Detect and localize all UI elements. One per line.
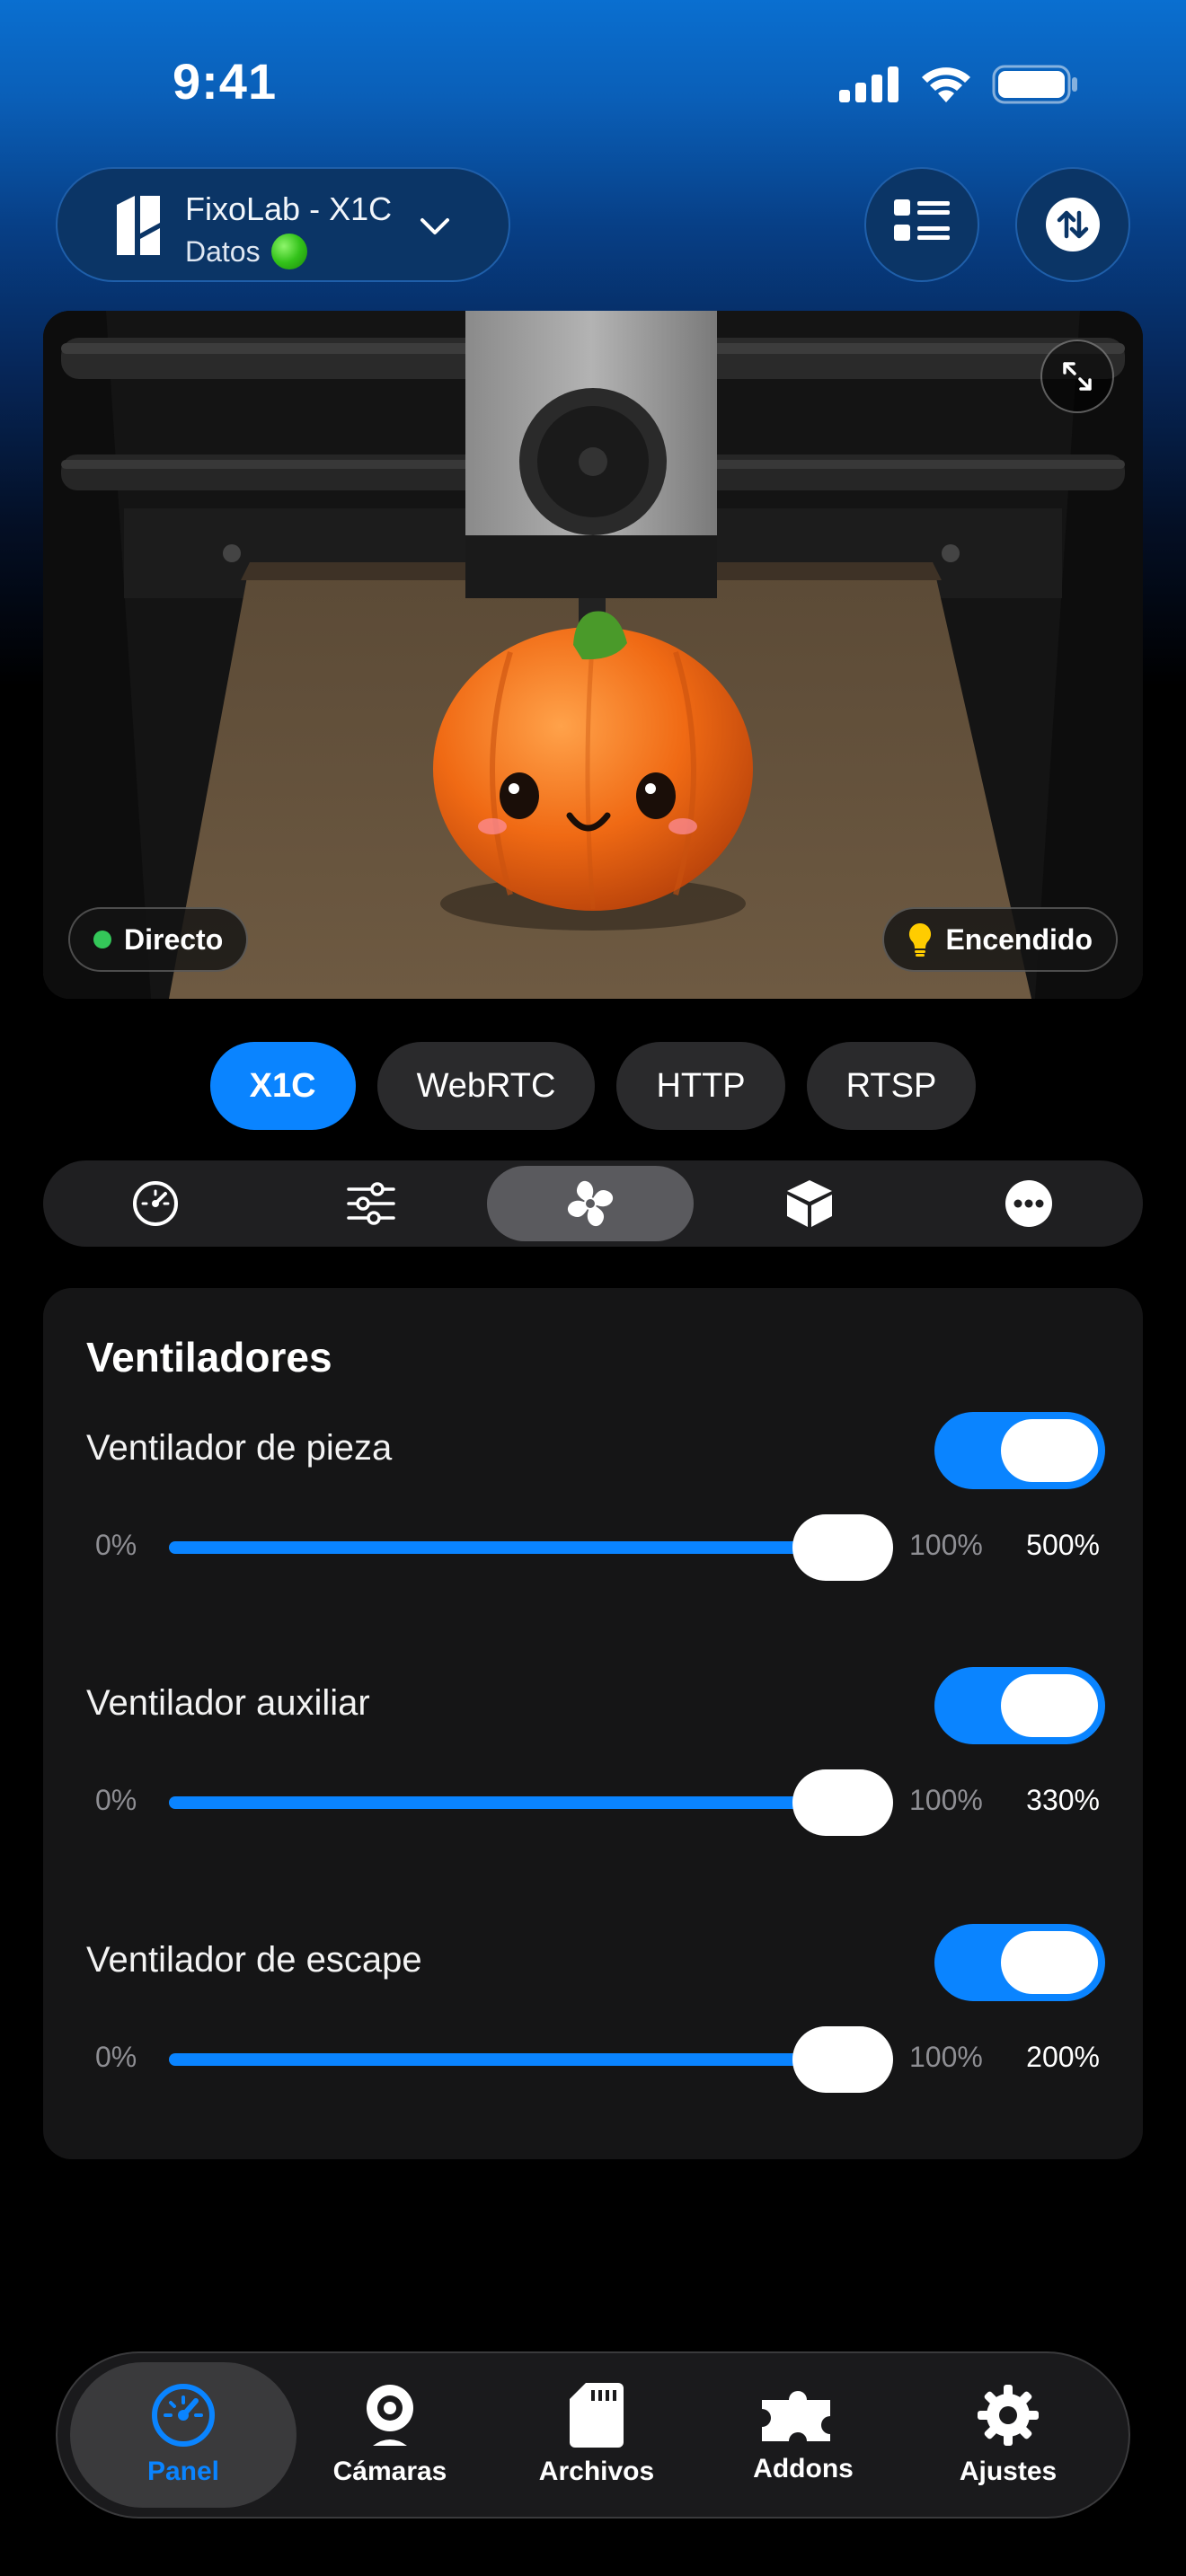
fan-label: Ventilador de escape bbox=[86, 1940, 422, 1980]
chevron-down-icon bbox=[420, 218, 449, 234]
fan-icon bbox=[567, 1180, 614, 1227]
tab-settings[interactable]: Ajustes bbox=[895, 2362, 1121, 2508]
tab-label: Addons bbox=[753, 2454, 854, 2483]
status-time: 9:41 bbox=[173, 53, 278, 110]
fan-toggle[interactable] bbox=[934, 1667, 1105, 1744]
printer-status: Datos bbox=[185, 234, 307, 269]
sliders-icon bbox=[347, 1182, 395, 1225]
list-icon bbox=[894, 199, 950, 241]
status-icons bbox=[839, 65, 1078, 104]
fan-toggle[interactable] bbox=[934, 1412, 1105, 1489]
light-toggle-button[interactable]: Encendido bbox=[882, 907, 1118, 972]
tab-cameras[interactable]: Cámaras bbox=[277, 2362, 503, 2508]
fan-value: 500% bbox=[1026, 1529, 1100, 1561]
battery-icon bbox=[992, 65, 1077, 104]
live-label: Directo bbox=[124, 922, 224, 956]
fans-card: Ventiladores Ventilador de pieza 0% 100%… bbox=[43, 1288, 1143, 2159]
slider-min-label: 0% bbox=[95, 2041, 137, 2073]
tab-files[interactable]: Archivos bbox=[483, 2362, 710, 2508]
fullscreen-button[interactable] bbox=[1040, 340, 1114, 413]
tab-panel[interactable]: Panel bbox=[70, 2362, 296, 2508]
toggle-knob bbox=[1001, 1931, 1098, 1994]
live-dot-icon bbox=[93, 931, 111, 948]
slider-max-label: 100% bbox=[909, 1529, 983, 1561]
printer-sub-label: Datos bbox=[185, 234, 261, 268]
status-bar: 9:41 bbox=[0, 0, 1186, 171]
tab-label: Cámaras bbox=[332, 2457, 447, 2486]
dashboard-gauge-icon bbox=[152, 2384, 215, 2447]
fan-row-aux: Ventilador auxiliar 0% 100% 330% bbox=[43, 1667, 1143, 1881]
webcam-icon bbox=[367, 2385, 413, 2446]
fan-slider-track[interactable] bbox=[169, 1541, 888, 1554]
wifi-icon bbox=[922, 67, 970, 102]
stream-tabs: X1C WebRTC HTTP RTSP bbox=[0, 1042, 1186, 1130]
camera-image bbox=[43, 311, 1143, 999]
swap-button[interactable] bbox=[1015, 167, 1130, 282]
fan-slider-track[interactable] bbox=[169, 1796, 888, 1809]
printer-name: FixoLab - X1C bbox=[185, 190, 393, 227]
stream-tab-http[interactable]: HTTP bbox=[616, 1042, 785, 1130]
section-more[interactable] bbox=[925, 1166, 1132, 1241]
printer-logo-icon bbox=[117, 196, 160, 255]
card-title: Ventiladores bbox=[86, 1334, 332, 1381]
printer-selector[interactable]: FixoLab - X1C Datos bbox=[56, 167, 510, 282]
live-badge: Directo bbox=[68, 907, 249, 972]
light-label: Encendido bbox=[945, 922, 1093, 956]
fan-label: Ventilador de pieza bbox=[86, 1428, 393, 1468]
stream-tab-webrtc[interactable]: WebRTC bbox=[376, 1042, 596, 1130]
fan-slider-thumb[interactable] bbox=[792, 2026, 893, 2093]
camera-feed[interactable]: Directo Encendido bbox=[43, 311, 1143, 999]
slider-max-label: 100% bbox=[909, 2041, 983, 2073]
section-status[interactable] bbox=[52, 1166, 259, 1241]
tab-addons[interactable]: Addons bbox=[690, 2362, 916, 2508]
fan-row-exhaust: Ventilador de escape 0% 100% 200% bbox=[43, 1924, 1143, 2138]
sd-card-icon bbox=[570, 2383, 624, 2448]
gear-icon bbox=[978, 2385, 1039, 2446]
section-switcher bbox=[43, 1160, 1143, 1247]
fan-slider-track[interactable] bbox=[169, 2053, 888, 2066]
list-button[interactable] bbox=[864, 167, 979, 282]
stream-tab-rtsp[interactable]: RTSP bbox=[806, 1042, 977, 1130]
slider-min-label: 0% bbox=[95, 1529, 137, 1561]
speedometer-icon bbox=[133, 1181, 178, 1226]
fan-row-part: Ventilador de pieza 0% 100% 500% bbox=[43, 1412, 1143, 1626]
box-icon bbox=[787, 1180, 832, 1227]
toggle-knob bbox=[1001, 1674, 1098, 1737]
fan-toggle[interactable] bbox=[934, 1924, 1105, 2001]
slider-min-label: 0% bbox=[95, 1784, 137, 1816]
section-controls[interactable] bbox=[268, 1166, 474, 1241]
expand-icon bbox=[1063, 362, 1092, 391]
section-fans[interactable] bbox=[487, 1166, 694, 1241]
fan-label: Ventilador auxiliar bbox=[86, 1683, 370, 1723]
fan-value: 200% bbox=[1026, 2041, 1100, 2073]
connection-status-dot bbox=[270, 234, 307, 269]
fan-slider-thumb[interactable] bbox=[792, 1514, 893, 1581]
swap-arrows-icon bbox=[1046, 198, 1100, 251]
fan-slider-thumb[interactable] bbox=[792, 1769, 893, 1836]
slider-max-label: 100% bbox=[909, 1784, 983, 1816]
fan-value: 330% bbox=[1026, 1784, 1100, 1816]
puzzle-icon bbox=[762, 2391, 830, 2441]
tab-label: Panel bbox=[146, 2457, 220, 2486]
section-filament[interactable] bbox=[706, 1166, 913, 1241]
toggle-knob bbox=[1001, 1419, 1098, 1482]
more-icon bbox=[1005, 1180, 1052, 1227]
lightbulb-icon bbox=[909, 922, 932, 957]
tab-label: Archivos bbox=[538, 2457, 655, 2486]
stream-tab-x1c[interactable]: X1C bbox=[209, 1042, 356, 1130]
tab-label: Ajustes bbox=[959, 2457, 1058, 2486]
cellular-signal-icon bbox=[839, 66, 898, 102]
bottom-tab-bar: Panel Cámaras Archivos Addons Ajustes bbox=[56, 2351, 1130, 2519]
